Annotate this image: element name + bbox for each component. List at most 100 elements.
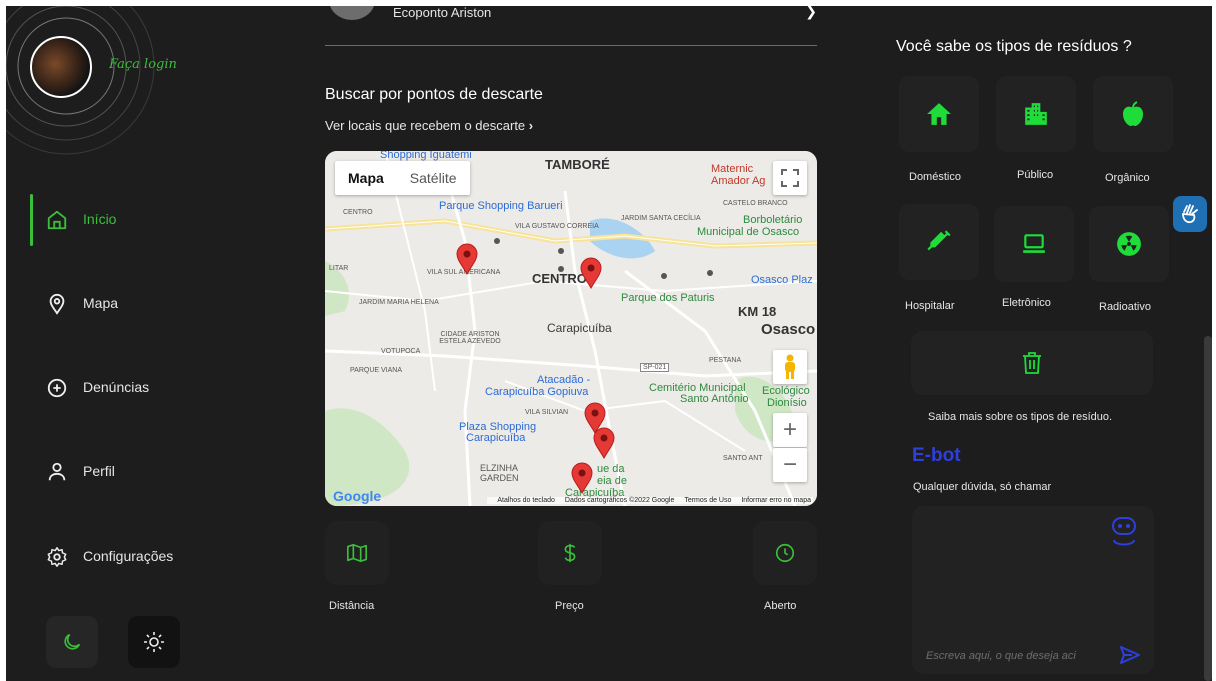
map-label: VILA SILVIAN: [525, 409, 569, 416]
robot-icon: [1112, 517, 1136, 546]
map-label: ue da: [597, 463, 625, 475]
keyboard-shortcuts-link[interactable]: Atalhos do teclado: [497, 497, 555, 504]
nav-item-perfil[interactable]: Perfil: [6, 452, 206, 492]
plus-circle-icon: [47, 378, 67, 398]
map-icon: [347, 543, 367, 563]
location-pin-icon[interactable]: [593, 427, 615, 459]
report-error-link[interactable]: Informar erro no mapa: [741, 497, 811, 504]
location-pin-icon[interactable]: [571, 462, 593, 494]
map-label: CENTRO: [532, 271, 587, 286]
user-icon: [48, 462, 66, 481]
waste-type-publico[interactable]: [996, 76, 1076, 152]
map-label: VILA GUSTAVO CORREIA: [515, 223, 599, 230]
map-label: JARDIM SANTA CECÍLIA: [621, 215, 701, 222]
map-label: Santo Antônio: [680, 393, 749, 405]
map-type-satelite[interactable]: Satélite: [397, 161, 470, 195]
map-label: Carapicuíba Gopiuva: [485, 386, 589, 398]
map-type-mapa[interactable]: Mapa: [335, 161, 397, 195]
map-label: Municipal de Osasco: [697, 226, 800, 238]
map-label: Amador Ag: [711, 175, 766, 187]
avatar[interactable]: [30, 36, 92, 98]
see-locations-link[interactable]: Ver locais que recebem o descarte ›: [325, 118, 533, 133]
home-icon: [47, 210, 67, 230]
waste-type-eletronico[interactable]: [994, 206, 1074, 282]
syringe-icon: [927, 230, 951, 251]
zoom-out-button[interactable]: −: [773, 448, 807, 482]
map-label: Parque dos Paturis: [621, 292, 715, 304]
nav-label: Perfil: [83, 463, 115, 479]
ebot-chat: [912, 506, 1154, 674]
fullscreen-icon: [781, 169, 799, 187]
filter-price-button[interactable]: [538, 521, 602, 585]
laptop-icon: [1023, 234, 1045, 253]
street-view-button[interactable]: [773, 350, 807, 384]
sign-language-icon: [1182, 204, 1198, 224]
ebot-title: E-bot: [912, 445, 961, 466]
login-link[interactable]: Faça login: [109, 57, 177, 72]
see-locations-label: Ver locais que recebem o descarte: [325, 118, 526, 133]
waste-type-radioativo[interactable]: [1089, 206, 1169, 282]
location-pin-icon[interactable]: [580, 257, 602, 289]
map-label: VOTUPOCA: [381, 348, 421, 355]
accessibility-button[interactable]: [1173, 196, 1207, 232]
map-label: KM 18: [738, 304, 777, 319]
filter-distance-button[interactable]: [325, 521, 389, 585]
map-label: Parque Shopping Barueri: [439, 200, 563, 212]
google-logo: Google: [333, 488, 382, 504]
nav-item-configuracoes[interactable]: Configurações: [6, 537, 206, 577]
send-icon[interactable]: [1120, 646, 1140, 664]
terms-link[interactable]: Termos de Uso: [684, 497, 731, 504]
nav-label: Mapa: [83, 295, 119, 311]
map-label: Osasco: [761, 321, 816, 338]
map-label: GARDEN: [480, 473, 519, 483]
map[interactable]: Shopping Iguatemi TAMBORÉ Maternic Amado…: [325, 151, 817, 506]
filter-open-label: Aberto: [764, 600, 797, 612]
apple-icon: [1123, 101, 1143, 126]
nav-label: Configurações: [83, 548, 174, 564]
chevron-right-icon: ›: [528, 118, 534, 133]
nav-item-denuncias[interactable]: Denúncias: [6, 368, 206, 408]
map-label: JARDIM MARIA HELENA: [359, 299, 439, 306]
gear-icon: [47, 547, 67, 567]
ebot-message-input[interactable]: [926, 650, 1106, 662]
waste-types-title: Você sabe os tipos de resíduos ?: [896, 38, 1132, 55]
ecoponto-list-item[interactable]: Ecoponto Ariston ❯: [325, 6, 817, 46]
map-pin-icon: [49, 293, 65, 315]
map-label: SANTO ANT: [723, 455, 763, 462]
nav-label: Início: [83, 211, 117, 227]
waste-type-label: Doméstico: [909, 171, 961, 183]
nav-item-mapa[interactable]: Mapa: [6, 284, 206, 324]
map-label: SP-021: [640, 363, 670, 372]
waste-type-domestico[interactable]: [899, 76, 979, 152]
waste-type-label: Eletrônico: [1002, 297, 1051, 309]
ecoponto-name: Ecoponto Ariston: [393, 6, 492, 20]
nav-item-inicio[interactable]: Início: [6, 194, 206, 246]
light-theme-button[interactable]: [128, 616, 180, 668]
dollar-icon: [564, 543, 576, 563]
chevron-right-icon: ❯: [805, 6, 817, 20]
house-icon: [927, 103, 951, 125]
map-label: TAMBORÉ: [545, 157, 610, 172]
location-pin-icon[interactable]: [456, 243, 478, 275]
ecoponto-thumbnail: [329, 6, 375, 20]
waste-info-text: Saiba mais sobre os tipos de resíduo.: [928, 411, 1113, 423]
sun-icon: [144, 632, 164, 652]
dark-theme-button[interactable]: [46, 616, 98, 668]
waste-info-button[interactable]: [911, 331, 1153, 395]
pegman-icon: [785, 354, 795, 379]
waste-type-label: Radioativo: [1099, 301, 1151, 313]
scrollbar[interactable]: [1204, 336, 1212, 681]
waste-type-hospitalar[interactable]: [899, 204, 979, 280]
app-window: Faça login Início Mapa Denúncias Perfil …: [6, 6, 1212, 681]
map-type-toggle: Mapa Satélite: [335, 161, 470, 195]
zoom-in-button[interactable]: +: [773, 413, 807, 447]
map-footer-links: Atalhos do teclado Dados cartográficos ©…: [487, 497, 813, 504]
filter-open-button[interactable]: [753, 521, 817, 585]
fullscreen-button[interactable]: [773, 161, 807, 195]
sidebar: Faça login Início Mapa Denúncias Perfil …: [6, 6, 206, 681]
map-label: Osasco Plaz: [751, 274, 813, 286]
waste-type-organico[interactable]: [1093, 76, 1173, 152]
map-label: Ecológico: [762, 385, 810, 397]
moon-icon: [64, 633, 81, 650]
map-data-credit: Dados cartográficos ©2022 Google: [564, 497, 675, 504]
